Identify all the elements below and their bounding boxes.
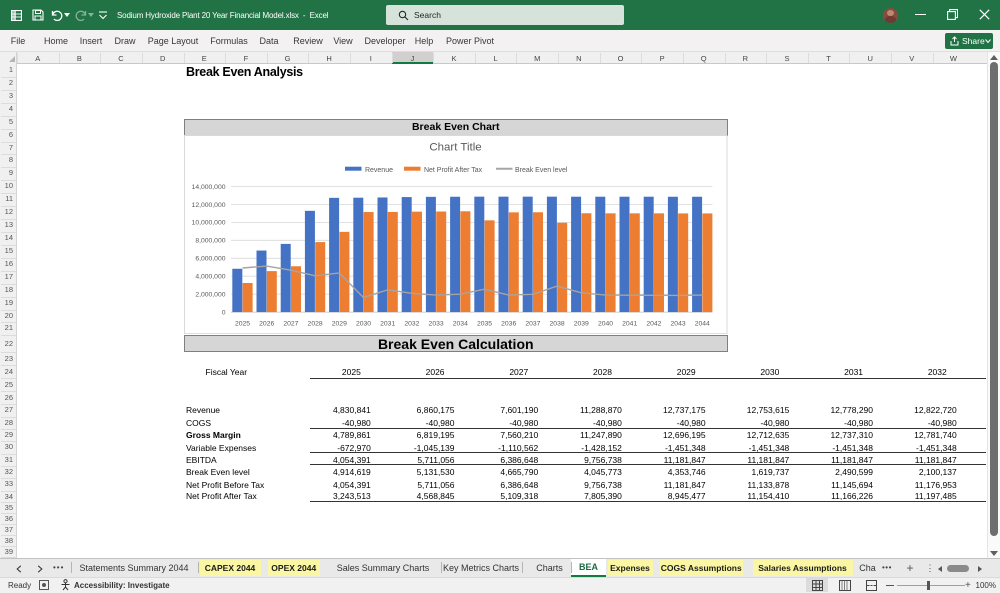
svg-text:2032: 2032	[404, 321, 419, 328]
svg-text:2034: 2034	[453, 321, 468, 328]
svg-text:Revenue: Revenue	[365, 167, 393, 174]
svg-text:12,000,000: 12,000,000	[192, 202, 226, 209]
svg-text:2,000,000: 2,000,000	[195, 292, 225, 299]
svg-text:2036: 2036	[501, 321, 516, 328]
svg-text:2025: 2025	[235, 321, 250, 328]
svg-text:Chart Title: Chart Title	[429, 142, 481, 154]
svg-text:2042: 2042	[646, 321, 661, 328]
svg-text:2031: 2031	[380, 321, 395, 328]
svg-text:2029: 2029	[332, 321, 347, 328]
svg-text:14,000,000: 14,000,000	[192, 184, 226, 191]
svg-text:4,000,000: 4,000,000	[195, 274, 225, 281]
svg-text:10,000,000: 10,000,000	[192, 220, 226, 227]
svg-text:2040: 2040	[598, 321, 613, 328]
svg-text:2027: 2027	[283, 321, 298, 328]
svg-text:2026: 2026	[259, 321, 274, 328]
svg-text:2028: 2028	[308, 321, 323, 328]
svg-text:2037: 2037	[525, 321, 540, 328]
svg-text:2039: 2039	[574, 321, 589, 328]
svg-text:2030: 2030	[356, 321, 371, 328]
svg-text:8,000,000: 8,000,000	[195, 238, 225, 245]
svg-text:2043: 2043	[671, 321, 686, 328]
svg-text:Break Even level: Break Even level	[515, 167, 568, 174]
svg-text:2035: 2035	[477, 321, 492, 328]
svg-text:6,000,000: 6,000,000	[195, 256, 225, 263]
svg-text:2041: 2041	[622, 321, 637, 328]
svg-text:2033: 2033	[429, 321, 444, 328]
svg-text:2038: 2038	[550, 321, 565, 328]
svg-text:0: 0	[222, 310, 226, 317]
svg-text:2044: 2044	[695, 321, 710, 328]
svg-text:Net Profit After Tax: Net Profit After Tax	[424, 167, 483, 174]
